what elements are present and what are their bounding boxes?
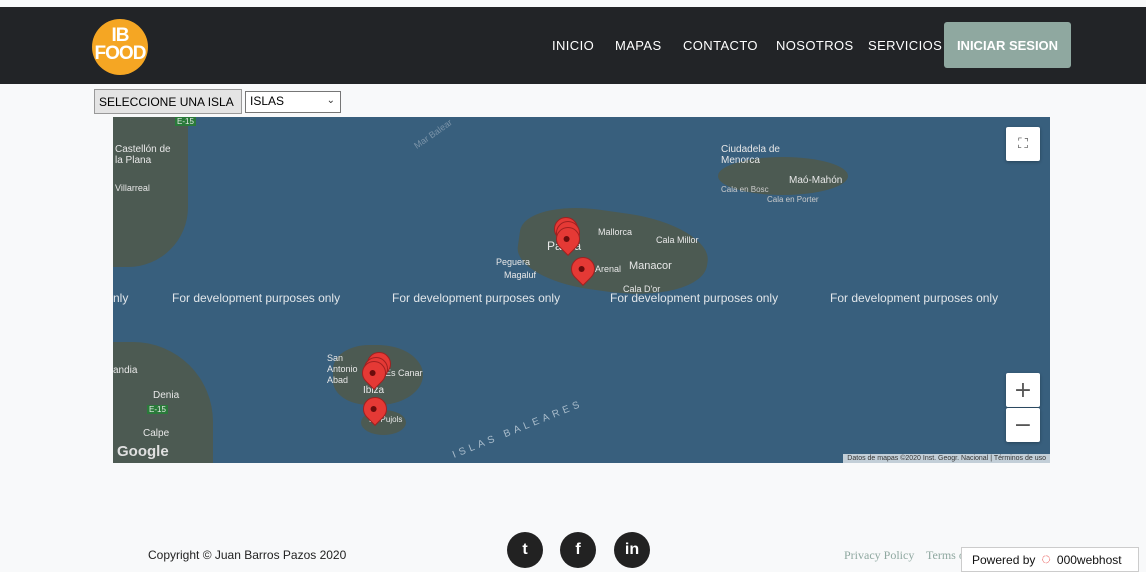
map-canvas[interactable]: E-15 Castellón de la Plana Villarreal Ma… xyxy=(113,117,1050,463)
copyright-text: Copyright © Juan Barros Pazos 2020 xyxy=(148,548,347,562)
login-button[interactable]: INICIAR SESION xyxy=(944,22,1071,68)
facebook-icon[interactable]: f xyxy=(560,532,596,568)
zoom-in-button[interactable]: + xyxy=(1006,373,1040,407)
map-label-mallorca: Mallorca xyxy=(598,227,633,237)
dev-watermark: For development purposes only xyxy=(392,291,561,305)
ibfood-logo[interactable]: IB FOOD xyxy=(92,19,148,75)
chevron-down-icon: ⌄ xyxy=(326,95,335,106)
map-label-ciudadela: Ciudadela de Menorca xyxy=(721,144,780,166)
dev-watermark: For development purposes only xyxy=(172,291,341,305)
logo-text-food: FOOD xyxy=(94,43,147,64)
map-label-mahon: Maó-Mahón xyxy=(789,175,843,186)
map-label-cala-millor: Cala Millor xyxy=(656,235,699,245)
map-label-magaluf: Magaluf xyxy=(504,270,537,280)
map-label-road: E-15 xyxy=(147,405,168,414)
map-label-cala-porter: Cala en Porter xyxy=(767,195,819,204)
map-label-castellon: Castellón de la Plana xyxy=(115,144,171,166)
map-label-manacor: Manacor xyxy=(629,260,672,272)
map-label-gandia: andia xyxy=(113,365,138,376)
map-label-mar-balear: Mar Balear xyxy=(412,117,454,151)
google-logo[interactable]: Google xyxy=(117,443,169,460)
attribution-text: Datos de mapas ©2020 Inst. Geogr. Nacion… xyxy=(847,455,989,462)
fullscreen-icon[interactable]: ⛶ xyxy=(1006,127,1040,161)
map-label-peguera: Peguera xyxy=(496,257,531,267)
zoom-out-button[interactable]: − xyxy=(1006,408,1040,442)
map-terms-link[interactable]: Términos de uso xyxy=(994,455,1046,462)
nav-nosotros[interactable]: NOSOTROS xyxy=(776,38,854,53)
map-label-cala-bosc: Cala en Bosc xyxy=(721,185,769,194)
webhost-logo-icon: ◌ xyxy=(1041,550,1051,568)
map-label-es-canar: Es Canar xyxy=(385,368,423,378)
island-select-value: ISLAS xyxy=(250,94,285,108)
privacy-policy-link[interactable]: Privacy Policy xyxy=(844,548,914,563)
navbar: IB FOOD INICIO MAPAS CONTACTO NOSOTROS S… xyxy=(0,7,1146,84)
nav-contacto[interactable]: CONTACTO xyxy=(683,38,758,53)
island-select[interactable]: ISLAS ⌄ xyxy=(245,91,341,113)
dev-watermark: For development purposes only xyxy=(610,291,779,305)
powered-by-badge[interactable]: Powered by ◌ 000webhost xyxy=(961,547,1139,572)
webhost-name: 000webhost xyxy=(1056,552,1122,567)
map-label-denia: Denia xyxy=(153,390,180,401)
map-label-islas-baleares: ISLAS BALEARES xyxy=(451,398,585,461)
nav-servicios[interactable]: SERVICIOS xyxy=(868,38,942,53)
mallorca-land xyxy=(513,199,713,305)
map-attribution: Datos de mapas ©2020 Inst. Geogr. Nacion… xyxy=(843,454,1050,463)
island-select-label: SELECCIONE UNA ISLA xyxy=(94,89,242,114)
dev-watermark: nly xyxy=(113,291,129,305)
map-label-calpe: Calpe xyxy=(143,428,170,439)
nav-mapas[interactable]: MAPAS xyxy=(615,38,662,53)
nav-inicio[interactable]: INICIO xyxy=(552,38,594,53)
map-label-villarreal: Villarreal xyxy=(115,183,150,193)
map-label-road: E-15 xyxy=(175,117,196,126)
powered-by-text: Powered by xyxy=(972,552,1036,567)
twitter-icon[interactable]: t xyxy=(507,532,543,568)
dev-watermark: For development purposes only xyxy=(830,291,999,305)
map-label-arenal: Arenal xyxy=(595,264,622,274)
linkedin-icon[interactable]: in xyxy=(614,532,650,568)
